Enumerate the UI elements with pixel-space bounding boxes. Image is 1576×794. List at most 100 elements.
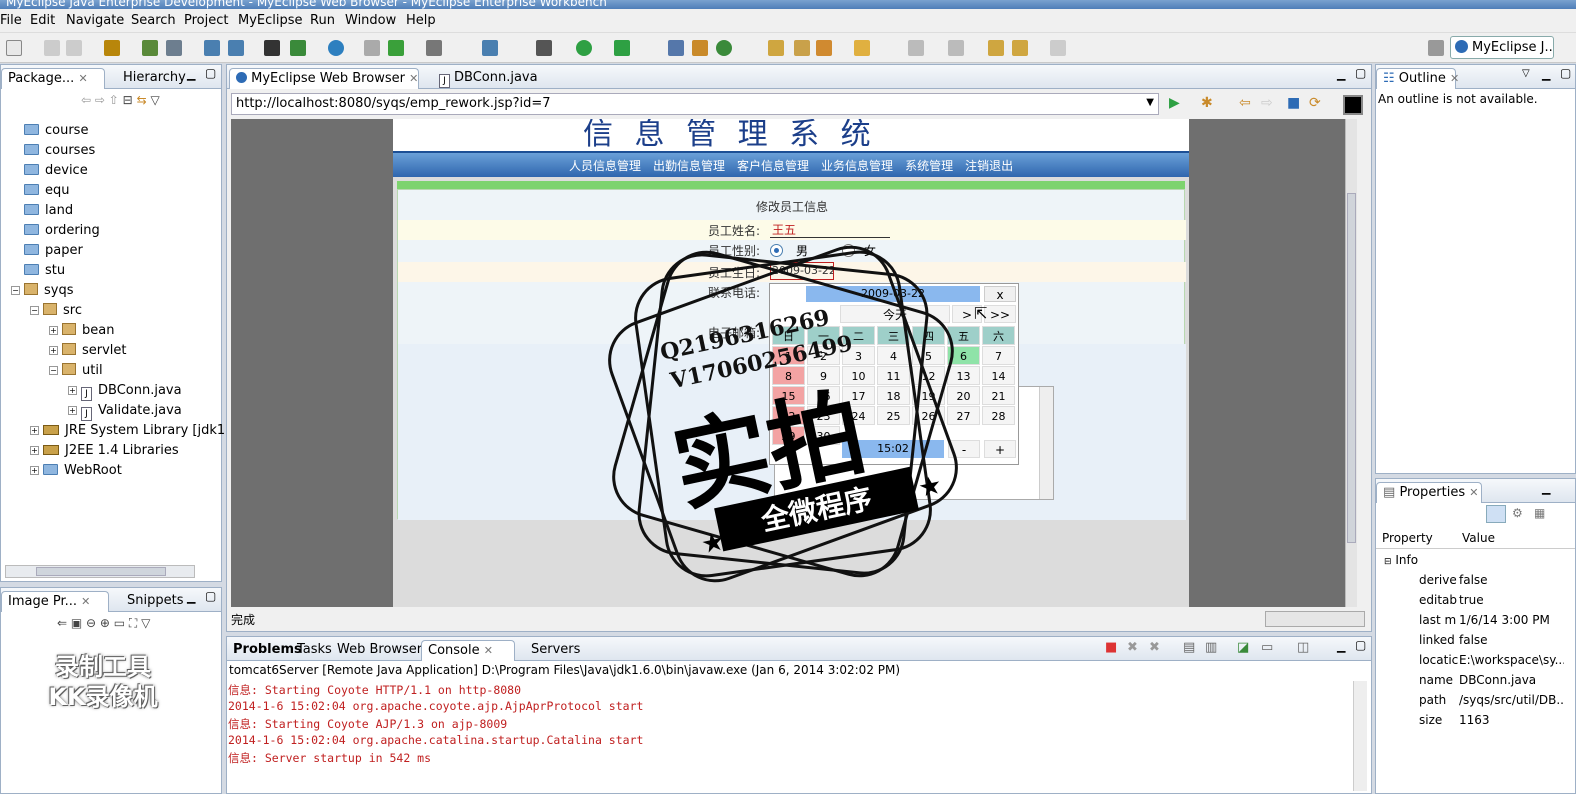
- nav-link[interactable]: 业务信息管理: [821, 159, 893, 173]
- tree-item[interactable]: paper: [11, 243, 83, 263]
- property-row[interactable]: last m 1/6/14 3:00 PM: [1379, 613, 1568, 633]
- tree-item[interactable]: + bean: [49, 323, 114, 343]
- maximize-icon[interactable]: ▢: [1355, 66, 1366, 80]
- tab-package-explorer[interactable]: Package... ✕: [1, 68, 105, 89]
- minimize-icon[interactable]: ▁: [1542, 68, 1550, 81]
- close-icon[interactable]: ✕: [484, 644, 493, 657]
- calendar-close-button[interactable]: x: [984, 286, 1016, 302]
- tool4-icon[interactable]: [388, 40, 404, 56]
- back-icon[interactable]: [1012, 40, 1028, 56]
- remove-launch-icon[interactable]: ✖: [1127, 640, 1138, 655]
- external-run-icon[interactable]: [614, 40, 630, 56]
- close-icon[interactable]: ✕: [81, 595, 90, 608]
- forward-nav-icon[interactable]: ⇨: [95, 93, 105, 107]
- minimize-icon[interactable]: ▁: [1337, 68, 1345, 81]
- tree-item[interactable]: stu: [11, 263, 65, 283]
- run-icon[interactable]: [576, 40, 592, 56]
- scroll-thumb[interactable]: [36, 567, 166, 576]
- tool12-icon[interactable]: [948, 40, 964, 56]
- time-plus-button[interactable]: +: [984, 440, 1016, 458]
- menu-myeclipse[interactable]: MyEclipse: [238, 13, 303, 28]
- nav-link[interactable]: 人员信息管理: [569, 159, 641, 173]
- tool10-icon[interactable]: [816, 40, 832, 56]
- tool2-icon[interactable]: [290, 40, 306, 56]
- globe-icon[interactable]: [328, 40, 344, 56]
- new-icon[interactable]: [6, 40, 22, 56]
- deploy-icon[interactable]: [104, 40, 120, 56]
- scroll-thumb[interactable]: [1347, 193, 1356, 543]
- tree-item[interactable]: device: [11, 163, 88, 183]
- property-row[interactable]: size 1163: [1379, 713, 1568, 733]
- tab-image-preview[interactable]: Image Pr... ✕: [1, 591, 109, 612]
- back-nav-icon[interactable]: ⇦: [81, 93, 91, 107]
- pin-console-icon[interactable]: ◪: [1237, 640, 1249, 655]
- browser-forward-icon[interactable]: ⇨: [1261, 95, 1273, 111]
- minimize-icon[interactable]: ▁: [187, 68, 195, 81]
- clear-console-icon[interactable]: ▤: [1183, 640, 1195, 655]
- tree-item[interactable]: courses: [11, 143, 95, 163]
- tree-item[interactable]: equ: [11, 183, 70, 203]
- tab-snippets[interactable]: Snippets: [121, 591, 189, 612]
- stop-icon[interactable]: ■: [1287, 95, 1300, 111]
- expand-icon[interactable]: +: [68, 406, 77, 415]
- link-editor-icon[interactable]: ⇆: [137, 93, 147, 107]
- tab-hierarchy[interactable]: Hierarchy: [117, 68, 192, 89]
- tool9-icon[interactable]: [794, 40, 810, 56]
- tab-web-browser[interactable]: MyEclipse Web Browser ✕: [229, 68, 419, 89]
- menu-navigate[interactable]: Navigate: [66, 13, 124, 28]
- property-row[interactable]: name DBConn.java: [1379, 673, 1568, 693]
- minimize-icon[interactable]: ▁: [1337, 640, 1345, 653]
- browser-refresh-icon[interactable]: ⟳: [1309, 95, 1321, 111]
- bug-icon[interactable]: [536, 40, 552, 56]
- terminate-icon[interactable]: ■: [1105, 640, 1117, 655]
- perspective-button[interactable]: MyEclipse J...: [1450, 36, 1554, 59]
- tree-item[interactable]: − util: [49, 363, 103, 383]
- tab-properties[interactable]: ▤ Properties ✕: [1376, 482, 1482, 503]
- tool5-icon[interactable]: [482, 40, 498, 56]
- menu-run[interactable]: Run: [310, 13, 335, 28]
- nav-link[interactable]: 注销退出: [965, 159, 1013, 173]
- tree-item[interactable]: + J Validate.java: [68, 403, 182, 423]
- tool8-icon[interactable]: [768, 40, 784, 56]
- scroll-lock-icon[interactable]: ▥: [1205, 640, 1217, 655]
- expand-icon[interactable]: −: [11, 286, 20, 295]
- open-console-icon[interactable]: ◫: [1297, 640, 1309, 655]
- back-edit-icon[interactable]: [988, 40, 1004, 56]
- show-advanced-icon[interactable]: ⚙: [1512, 506, 1523, 520]
- minimize-icon[interactable]: ▁: [1542, 482, 1550, 495]
- tool-icon[interactable]: [264, 40, 280, 56]
- properties-group-info[interactable]: ⊟ Info: [1384, 553, 1418, 567]
- expand-icon[interactable]: −: [30, 306, 39, 315]
- refresh-icon[interactable]: [716, 40, 732, 56]
- wizard2-icon[interactable]: [228, 40, 244, 56]
- up-icon[interactable]: ⇧: [109, 93, 119, 107]
- tool11-icon[interactable]: [908, 40, 924, 56]
- tree-item[interactable]: + WebRoot: [30, 463, 122, 483]
- folder-icon[interactable]: [854, 40, 870, 56]
- textarea-scrollbar[interactable]: [1039, 387, 1053, 499]
- menu-file[interactable]: File: [0, 13, 22, 28]
- close-icon[interactable]: ✕: [78, 72, 87, 85]
- remove-all-icon[interactable]: ✖: [1149, 640, 1160, 655]
- camera-icon[interactable]: [426, 40, 442, 56]
- show-categories-icon[interactable]: [1486, 505, 1506, 523]
- expand-icon[interactable]: +: [30, 446, 39, 455]
- url-bar[interactable]: http://localhost:8080/syqs/emp_rework.js…: [231, 93, 1159, 115]
- menu-window[interactable]: Window: [345, 13, 396, 28]
- view-menu-icon[interactable]: ▽: [1522, 68, 1530, 79]
- expand-icon[interactable]: +: [30, 466, 39, 475]
- expand-icon[interactable]: +: [49, 346, 58, 355]
- calendar-next-year-button[interactable]: >>: [984, 305, 1016, 323]
- wizard-icon[interactable]: [204, 40, 220, 56]
- go-icon[interactable]: ▶: [1169, 95, 1180, 111]
- explorer-hscrollbar[interactable]: [5, 565, 195, 578]
- display-console-icon[interactable]: ▭: [1261, 640, 1273, 655]
- expand-icon[interactable]: −: [49, 366, 58, 375]
- tool3-icon[interactable]: [364, 40, 380, 56]
- tree-item[interactable]: course: [11, 123, 88, 143]
- nav-link[interactable]: 客户信息管理: [737, 159, 809, 173]
- close-icon[interactable]: ✕: [409, 72, 418, 85]
- nav-link[interactable]: 出勤信息管理: [653, 159, 725, 173]
- tree-item[interactable]: + servlet: [49, 343, 127, 363]
- url-dropdown-icon[interactable]: ▼: [1146, 97, 1154, 108]
